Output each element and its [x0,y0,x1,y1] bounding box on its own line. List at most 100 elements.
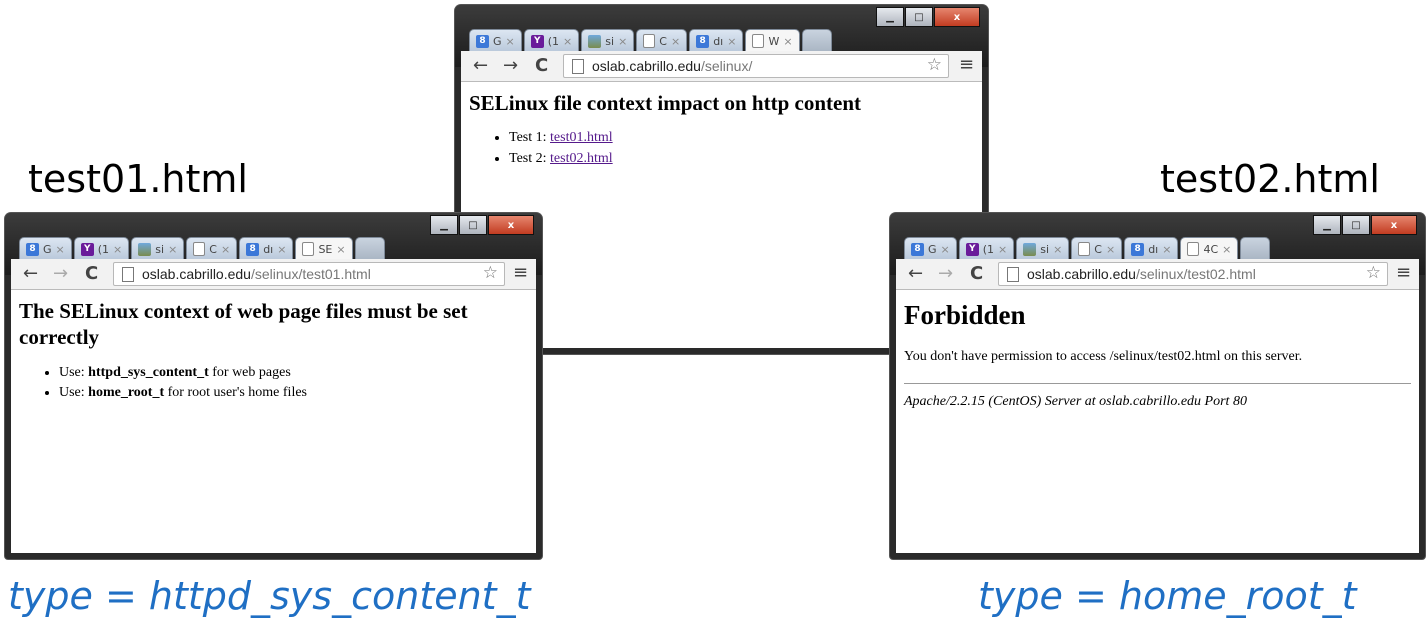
caption-type-httpd: type = httpd_sys_content_t [8,574,531,618]
close-icon[interactable]: x [488,215,534,235]
tab-close-icon[interactable]: × [727,35,736,48]
reload-icon[interactable]: C [535,55,548,76]
tab-close-icon[interactable]: × [168,243,177,256]
reload-icon[interactable]: C [85,263,98,284]
menu-icon[interactable]: ≡ [1396,262,1411,283]
menu-icon[interactable]: ≡ [959,54,974,75]
tab-images[interactable]: si × [131,237,185,260]
yahoo-icon: Y [965,242,979,256]
browser-window-test01: ▁ □ x 8 G × Y (1 × si × C × 8 dı × SE × ← → C osl… [5,213,542,559]
list-item: Test 1: test01.html [509,128,982,148]
tab-close-icon[interactable]: × [1162,243,1171,256]
tab-drive[interactable]: 8 dı × [689,29,744,52]
tab-yahoo[interactable]: Y (1 × [958,237,1015,260]
tab-close-icon[interactable]: × [56,243,65,256]
window-controls: ▁ □ x [876,7,980,27]
minimize-icon[interactable]: ▁ [876,7,904,27]
tab-drive[interactable]: 8 dı × [1124,237,1179,260]
tab-close-icon[interactable]: × [277,243,286,256]
tab-close-icon[interactable]: × [671,35,680,48]
menu-icon[interactable]: ≡ [513,262,528,283]
url-host: oslab.cabrillo.edu [142,266,251,282]
new-tab-button[interactable] [1240,237,1271,260]
tab-close-icon[interactable]: × [1222,243,1231,256]
close-icon[interactable]: x [934,7,980,27]
page-icon [122,266,134,282]
browser-toolbar: ← → C oslab.cabrillo.edu/selinux/test02.… [896,259,1419,290]
bookmark-star-icon[interactable]: ☆ [483,263,498,283]
browser-toolbar: ← → C oslab.cabrillo.edu/selinux/test01.… [11,259,536,290]
tab-strip: 8 G × Y (1 × si × C × 8 dı × SE × [19,237,385,260]
tab-close-icon[interactable]: × [113,243,122,256]
google-icon: 8 [696,34,710,48]
maximize-icon[interactable]: □ [459,215,487,235]
tab-active[interactable]: 4C × [1180,237,1239,260]
address-bar[interactable]: oslab.cabrillo.edu/selinux/test02.html ☆ [998,262,1388,286]
tab-yahoo[interactable]: Y (1 × [73,237,130,260]
page-icon [1078,242,1091,256]
tab-images[interactable]: si × [1016,237,1070,260]
new-tab-button[interactable] [354,237,385,260]
tab-close-icon[interactable]: × [783,35,792,48]
address-bar[interactable]: oslab.cabrillo.edu/selinux/test01.html ☆ [113,262,505,286]
forward-icon[interactable]: → [938,263,953,284]
tab-close-icon[interactable]: × [618,35,627,48]
tab-close-icon[interactable]: × [506,35,515,48]
tab-doc[interactable]: C × [186,237,238,260]
back-icon[interactable]: ← [23,263,38,284]
reload-icon[interactable]: C [970,263,983,284]
tab-close-icon[interactable]: × [221,243,230,256]
tab-doc[interactable]: C × [636,29,688,52]
close-icon[interactable]: x [1371,215,1417,235]
page-icon [752,34,765,48]
tab-active[interactable]: W × [745,29,800,52]
list-item: Use: httpd_sys_content_t for web pages [59,363,536,383]
tab-google[interactable]: 8 G × [904,237,957,260]
maximize-icon[interactable]: □ [905,7,933,27]
url-path: /selinux/test01.html [250,266,371,282]
page-icon [643,34,656,48]
tab-close-icon[interactable]: × [563,35,572,48]
tab-active[interactable]: SE × [295,237,353,260]
google-icon: 8 [246,242,260,256]
test-list: Test 1: test01.html Test 2: test02.html [461,128,982,169]
forward-icon[interactable]: → [503,55,518,76]
back-icon[interactable]: ← [908,263,923,284]
image-icon [1023,242,1037,256]
tab-images[interactable]: si × [581,29,635,52]
tab-doc[interactable]: C × [1071,237,1123,260]
list-item: Test 2: test02.html [509,149,982,169]
window-controls: ▁ □ x [430,215,534,235]
google-icon: 8 [476,34,489,48]
tab-yahoo[interactable]: Y (1 × [523,29,580,52]
maximize-icon[interactable]: □ [1342,215,1370,235]
tab-close-icon[interactable]: × [998,243,1007,256]
forward-icon[interactable]: → [53,263,68,284]
address-bar[interactable]: oslab.cabrillo.edu/selinux/ ☆ [563,54,949,78]
bookmark-star-icon[interactable]: ☆ [1366,263,1381,283]
link-test02[interactable]: test02.html [550,151,613,166]
url-path: /selinux/ [700,58,753,74]
tab-drive[interactable]: 8 dı × [239,237,294,260]
tab-close-icon[interactable]: × [1106,243,1115,256]
bookmark-star-icon[interactable]: ☆ [927,55,942,75]
tab-google[interactable]: 8 G × [469,29,522,52]
divider [904,383,1411,384]
back-icon[interactable]: ← [473,55,488,76]
minimize-icon[interactable]: ▁ [1313,215,1341,235]
link-test01[interactable]: test01.html [550,130,613,145]
list-item: Use: home_root_t for root user's home fi… [59,383,536,403]
yahoo-icon: Y [80,242,94,256]
tab-close-icon[interactable]: × [336,243,345,256]
caption-test01: test01.html [28,157,248,201]
new-tab-button[interactable] [801,29,832,52]
tab-google[interactable]: 8 G × [19,237,72,260]
server-signature: Apache/2.2.15 (CentOS) Server at oslab.c… [904,394,1247,409]
url-host: oslab.cabrillo.edu [1027,266,1136,282]
tab-close-icon[interactable]: × [1053,243,1062,256]
google-icon: 8 [26,242,39,256]
google-icon: 8 [911,242,924,256]
tab-close-icon[interactable]: × [941,243,950,256]
error-message: You don't have permission to access /sel… [904,349,1303,364]
minimize-icon[interactable]: ▁ [430,215,458,235]
